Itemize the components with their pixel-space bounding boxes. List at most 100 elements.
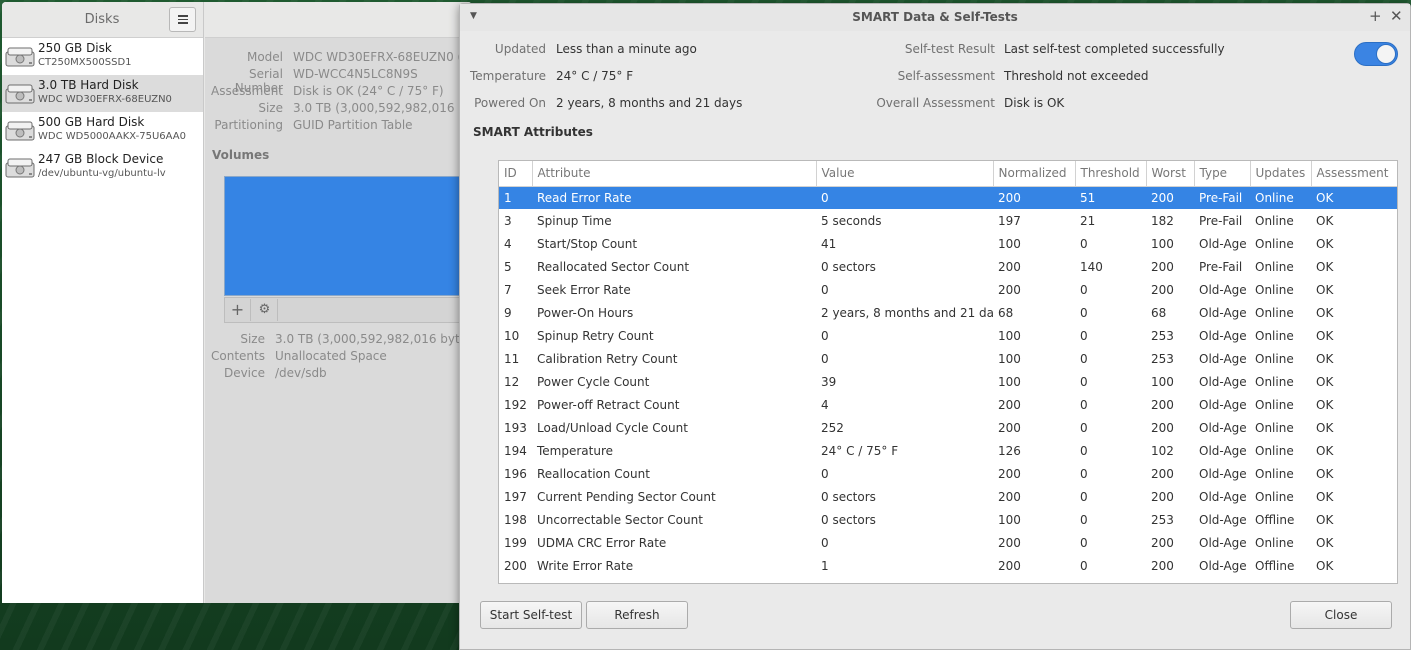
cell-id: 193 [504, 420, 527, 435]
cell-updates: Online [1250, 186, 1311, 209]
detail-row: Contents Unallocated Space [205, 349, 472, 366]
disk-list-item[interactable]: 247 GB Block Device/dev/ubuntu-vg/ubuntu… [2, 149, 203, 186]
summary-label: Powered On [474, 96, 546, 110]
disk-name: 500 GB Hard Disk [38, 115, 145, 129]
column-header-worst[interactable]: Worst [1146, 161, 1195, 187]
column-header-updates[interactable]: Updates [1250, 161, 1312, 187]
cell-threshold: 0 [1080, 512, 1088, 527]
detail-label: Contents [211, 349, 265, 363]
cell-type: Old-Age [1199, 351, 1247, 366]
cell-attribute: Calibration Retry Count [537, 351, 678, 366]
column-header-type[interactable]: Type [1194, 161, 1251, 187]
table-row[interactable]: 197 Current Pending Sector Count 0 sectors… [499, 485, 1397, 508]
cell-updates: Online [1255, 374, 1294, 389]
column-header-threshold[interactable]: Threshold [1075, 161, 1147, 187]
cell-normalized: 100 [998, 512, 1021, 527]
table-row[interactable]: 193 Load/Unload Cycle Count 252 200 0 200 Old-… [499, 416, 1397, 439]
table-row[interactable]: 192 Power-off Retract Count 4 200 0 200 Old-Ag… [499, 393, 1397, 416]
disk-list-item[interactable]: 250 GB Disk CT250MX500SSD1 [2, 38, 203, 75]
cell-updates: Offline [1255, 512, 1295, 527]
table-row[interactable]: 196 Reallocation Count 0 200 0 200 Old-Age Onli… [499, 462, 1397, 485]
cell-worst: 200 [1146, 186, 1194, 209]
column-header-attribute[interactable]: Attribute [532, 161, 817, 187]
table-row[interactable]: 200 Write Error Rate 1 200 0 200 Old-Age Offlin… [499, 554, 1397, 577]
summary-label: Self-test Result [904, 42, 995, 56]
content-header [205, 2, 472, 38]
column-header-value[interactable]: Value [816, 161, 994, 187]
settings-gear-icon[interactable]: ⚙ [252, 299, 278, 321]
hamburger-menu-button[interactable] [169, 7, 196, 32]
table-row[interactable]: 1 Read Error Rate 0 200 51 200 Pre-Fail Online O… [499, 186, 1397, 209]
cell-type: Old-Age [1199, 328, 1247, 343]
cell-assessment: OK [1316, 259, 1334, 274]
cell-normalized: 200 [998, 420, 1021, 435]
cell-attribute: Load/Unload Cycle Count [537, 420, 688, 435]
cell-worst: 200 [1151, 397, 1174, 412]
cell-attribute: Start/Stop Count [537, 236, 638, 251]
cell-updates: Online [1255, 489, 1294, 504]
cell-value: 5 seconds [821, 213, 882, 228]
cell-normalized: 200 [998, 466, 1021, 481]
disk-list-item[interactable]: 3.0 TB Hard Disk WDC WD30EFRX-68EUZN0 [2, 75, 203, 112]
table-row[interactable]: 198 Uncorrectable Sector Count 0 sectors 10… [499, 508, 1397, 531]
table-row[interactable]: 199 UDMA CRC Error Rate 0 200 0 200 Old-Age Onl… [499, 531, 1397, 554]
hard-disk-icon [5, 46, 35, 68]
table-row[interactable]: 5 Reallocated Sector Count 0 sectors 200 140… [499, 255, 1397, 278]
table-row[interactable]: 7 Seek Error Rate 0 200 0 200 Old-Age Online OK [499, 278, 1397, 301]
cell-threshold: 0 [1080, 305, 1088, 320]
cell-id: 10 [504, 328, 520, 343]
cell-normalized: 197 [998, 213, 1021, 228]
cell-value: 24° C / 75° F [821, 443, 899, 458]
hard-disk-icon [5, 83, 35, 105]
table-row[interactable]: 3 Spinup Time 5 seconds 197 21 182 Pre-Fail Onl… [499, 209, 1397, 232]
table-row[interactable]: 4 Start/Stop Count 41 100 0 100 Old-Age Online O… [499, 232, 1397, 255]
start-self-test-button[interactable]: Start Self-test [480, 601, 582, 629]
cell-updates: Online [1255, 351, 1294, 366]
table-row[interactable]: 9 Power-On Hours 2 years, 8 months and 21 … [499, 301, 1397, 324]
refresh-button[interactable]: Refresh [586, 601, 688, 629]
column-header-normalized[interactable]: Normalized [993, 161, 1076, 187]
summary-label: Overall Assessment [876, 96, 995, 110]
column-header-assessment[interactable]: Assessment [1311, 161, 1397, 187]
cell-worst: 200 [1151, 489, 1174, 504]
disk-name: 250 GB Disk [38, 41, 112, 55]
smart-enable-toggle[interactable] [1354, 42, 1398, 66]
column-header-id[interactable]: ID [499, 161, 533, 187]
cell-attribute: UDMA CRC Error Rate [537, 535, 667, 550]
disk-model: /dev/ubuntu-vg/ubuntu-lv [38, 168, 166, 179]
summary-value: 2 years, 8 months and 21 days [556, 96, 743, 110]
cell-assessment: OK [1316, 489, 1334, 504]
close-icon[interactable]: ✕ [1390, 7, 1403, 25]
cell-value: 0 [821, 351, 829, 366]
cell-assessment: OK [1316, 466, 1334, 481]
cell-worst: 253 [1151, 351, 1174, 366]
cell-id: 198 [504, 512, 527, 527]
cell-type: Old-Age [1199, 374, 1247, 389]
table-row[interactable]: 12 Power Cycle Count 39 100 0 100 Old-Age Onlin… [499, 370, 1397, 393]
cell-normalized: 100 [998, 328, 1021, 343]
detail-value: WDC WD30EFRX-68EUZN0 ( [293, 50, 463, 64]
table-row[interactable]: 11 Calibration Retry Count 0 100 0 253 Old-Age… [499, 347, 1397, 370]
cell-normalized: 200 [998, 397, 1021, 412]
close-button[interactable]: Close [1290, 601, 1392, 629]
cell-value: 41 [821, 236, 837, 251]
cell-updates: Online [1255, 236, 1294, 251]
cell-updates: Online [1255, 213, 1294, 228]
volume-partition-block[interactable] [224, 176, 472, 296]
cell-attribute: Spinup Time [537, 213, 612, 228]
table-row[interactable]: 194 Temperature 24° C / 75° F 126 0 102 Old-Ag… [499, 439, 1397, 462]
detail-label: Model [246, 50, 283, 64]
cell-value: 0 [821, 466, 829, 481]
detail-row: Device/dev/sdb [205, 366, 472, 383]
table-row[interactable]: 10 Spinup Retry Count 0 100 0 253 Old-Age Onlin… [499, 324, 1397, 347]
cell-type: Old-Age [1199, 535, 1247, 550]
cell-normalized: 100 [998, 236, 1021, 251]
cell-updates: Online [1255, 466, 1294, 481]
cell-type: Old-Age [1199, 420, 1247, 435]
add-partition-button[interactable]: + [225, 299, 251, 321]
detail-label: Partitioning [214, 118, 283, 132]
maximize-icon[interactable]: + [1369, 7, 1382, 25]
disk-list-item[interactable]: 500 GB Hard Disk WDC WD5000AAKX-75U6AA0 [2, 112, 203, 149]
cell-normalized: 126 [998, 443, 1021, 458]
detail-label: Assessment [211, 84, 283, 98]
